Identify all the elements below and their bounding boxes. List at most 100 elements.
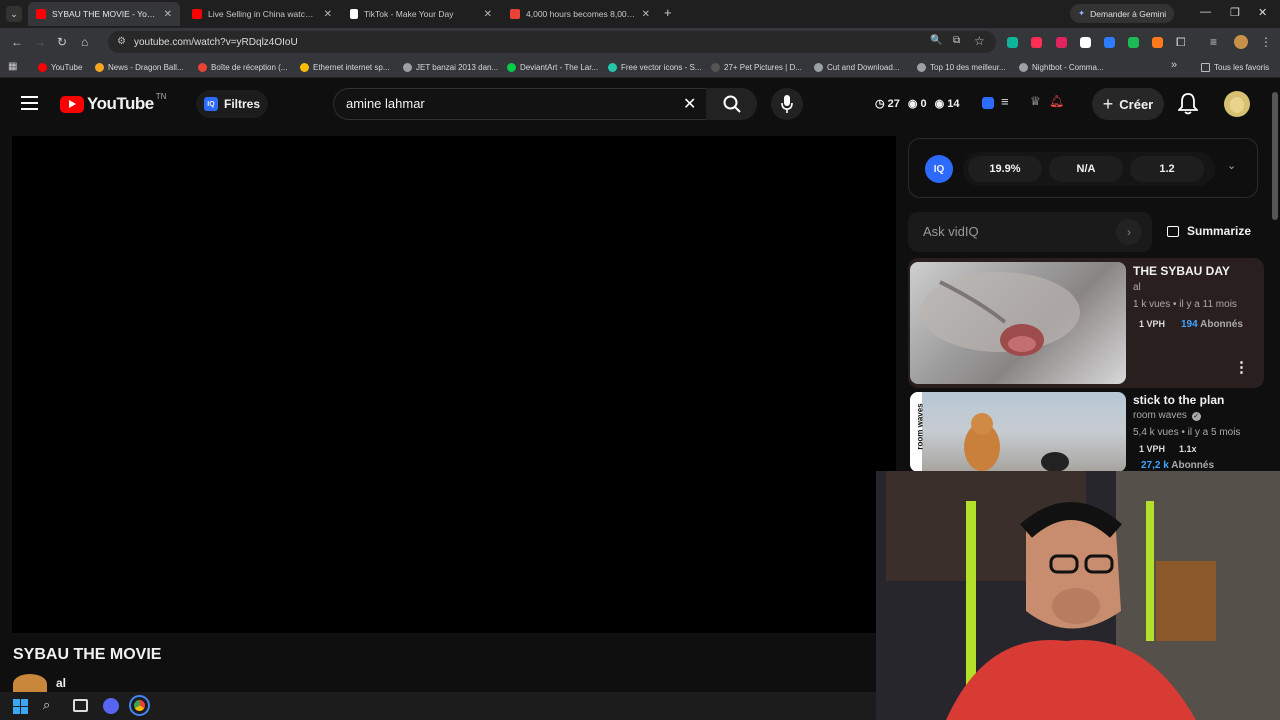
vidiq-icon[interactable] (982, 97, 994, 109)
reload-icon[interactable]: ↻ (57, 35, 67, 49)
browser-toolbar: ← → ↻ ⌂ ⚙ youtube.com/watch?v=yRDqlz4OIo… (0, 28, 1280, 56)
close-window-icon[interactable]: ✕ (1258, 6, 1267, 19)
ask-vidiq-input[interactable]: Ask vidIQ › (908, 212, 1152, 252)
windows-start-icon[interactable] (13, 699, 28, 714)
recommendation-card[interactable]: room waves stick to the plan room waves … (908, 390, 1264, 472)
bookmark-ethernet[interactable]: Ethernet internet sp... (300, 60, 390, 74)
video-thumbnail[interactable] (910, 262, 1126, 384)
bookmark-gmail[interactable]: Boîte de réception (... (198, 60, 288, 74)
deviantart-icon (507, 62, 516, 72)
recommendation-channel[interactable]: room waves ✓ (1133, 410, 1201, 421)
restore-icon[interactable]: ❐ (1230, 6, 1240, 19)
eye-icon: ◉ (934, 98, 945, 110)
multiplier-badge: 1.1x (1179, 444, 1197, 454)
bookmark-jet-banzai[interactable]: JET banzai 2013 dan... (403, 60, 498, 74)
address-bar[interactable]: ⚙ youtube.com/watch?v=yRDqlz4OIoU 🔍 ⧉ ☆ (108, 31, 996, 53)
bookmark-cut-download[interactable]: Cut and Download... (814, 60, 900, 74)
search-button[interactable] (706, 88, 757, 120)
new-tab-button[interactable]: + (664, 5, 672, 20)
minimize-icon[interactable]: — (1200, 6, 1211, 18)
clear-search-icon[interactable]: ✕ (683, 94, 696, 114)
notifications-icon[interactable] (1178, 93, 1198, 115)
recommendation-title[interactable]: stick to the plan (1133, 393, 1224, 407)
search-input[interactable]: amine lahmar ✕ (333, 88, 757, 120)
video-thumbnail[interactable]: room waves (910, 392, 1126, 472)
user-avatar[interactable] (1224, 91, 1250, 117)
bookmark-top-10[interactable]: Top 10 des meilleur... (917, 60, 1006, 74)
close-tab-icon[interactable]: ✕ (164, 9, 172, 20)
channel-name[interactable]: al (56, 676, 66, 690)
alert-bell-icon[interactable]: 🔔︎ (1049, 94, 1064, 108)
extension-orange-icon[interactable] (1152, 37, 1163, 48)
webcam-overlay (876, 471, 1280, 720)
tab-sybau-movie[interactable]: SYBAU THE MOVIE - YouTube ✕ (28, 2, 180, 26)
bookmark-pet-pictures[interactable]: 27+ Pet Pictures | D... (711, 60, 802, 74)
discord-icon[interactable] (103, 698, 119, 714)
extension-diamond-icon[interactable] (1080, 37, 1091, 48)
close-tab-icon[interactable]: ✕ (324, 9, 332, 20)
list-icon[interactable]: ≡ (1001, 94, 1009, 109)
extensions-puzzle-icon[interactable]: ⧠ (1176, 35, 1186, 50)
home-icon[interactable]: ⌂ (81, 35, 88, 49)
tab-gmail[interactable]: 4,000 hours becomes 8,000 on ✕ (502, 2, 658, 26)
back-icon[interactable]: ← (11, 35, 23, 49)
apps-grid-icon[interactable]: ▦ (8, 61, 17, 72)
bookmark-dragon-ball[interactable]: News - Dragon Ball... (95, 60, 184, 74)
bookmark-free-vector[interactable]: Free vector icons - S... (608, 60, 701, 74)
verified-icon: ✓ (1191, 412, 1201, 421)
bookmark-youtube[interactable]: YouTube (38, 60, 82, 74)
tab-tiktok[interactable]: TikTok - Make Your Day ✕ (342, 2, 500, 26)
chevron-down-icon[interactable]: ⌄ (1227, 159, 1236, 172)
extension-record-icon[interactable] (1031, 37, 1042, 48)
tab-search-icon[interactable]: ⌄ (6, 6, 22, 22)
vph-badge: 1 VPH (1139, 319, 1166, 329)
video-player[interactable] (12, 136, 896, 633)
channel-avatar[interactable] (13, 674, 47, 694)
recommendation-card[interactable]: THE SYBAU DAY al 1 k vues • il y a 11 mo… (908, 258, 1264, 388)
browser-tab-strip: ⌄ SYBAU THE MOVIE - YouTube ✕ Live Selli… (0, 0, 1280, 28)
extension-pin-icon[interactable] (1056, 37, 1067, 48)
vidiq-logo-icon: IQ (925, 155, 953, 183)
create-button[interactable]: + Créer (1092, 88, 1164, 120)
recommendation-title[interactable]: THE SYBAU DAY (1133, 264, 1230, 278)
profile-avatar-icon[interactable] (1234, 35, 1248, 49)
trophy-icon[interactable]: ♕ (1030, 94, 1041, 108)
close-tab-icon[interactable]: ✕ (642, 9, 650, 20)
book-icon (1167, 225, 1179, 237)
close-tab-icon[interactable]: ✕ (484, 9, 492, 20)
extension-vidiq-icon[interactable] (1007, 37, 1018, 48)
globe-icon (917, 62, 926, 72)
gemini-button[interactable]: ✦ Demander à Gemini (1070, 4, 1175, 23)
bookmark-nightbot[interactable]: Nightbot - Comma... (1019, 60, 1104, 74)
folder-icon (1201, 62, 1210, 72)
bookmarks-bar: ▦ YouTube News - Dragon Ball... Boîte de… (0, 56, 1280, 78)
youtube-logo[interactable]: YouTube TN (60, 92, 166, 114)
all-bookmarks-folder[interactable]: Tous les favoris (1201, 60, 1269, 74)
tab-list-icon[interactable]: ≡ (1210, 35, 1217, 49)
forward-icon[interactable]: → (34, 35, 46, 49)
vidiq-filter-icon: IQ (203, 97, 218, 111)
recommendation-channel[interactable]: al (1133, 282, 1141, 293)
tab-live-selling[interactable]: Live Selling in China watched b ✕ (184, 2, 340, 26)
summarize-button[interactable]: Summarize (1167, 224, 1251, 238)
site-info-icon[interactable]: ⚙ (117, 36, 126, 47)
voice-search-button[interactable] (771, 88, 803, 120)
page-scrollbar[interactable] (1272, 92, 1278, 220)
chrome-taskbar-icon[interactable] (129, 695, 150, 716)
install-app-icon[interactable]: ⧉ (953, 35, 960, 46)
bookmarks-overflow-icon[interactable]: » (1171, 59, 1177, 71)
bookmark-star-icon[interactable]: ☆ (974, 34, 985, 48)
zoom-icon[interactable]: 🔍 (930, 35, 942, 46)
hamburger-menu-icon[interactable] (21, 96, 38, 110)
taskbar-search-icon[interactable]: ⌕ (43, 697, 50, 713)
task-view-icon[interactable] (73, 699, 88, 712)
more-options-icon[interactable]: ⋮ (1234, 358, 1249, 376)
chrome-menu-icon[interactable]: ⋮ (1260, 35, 1272, 49)
bookmark-deviantart[interactable]: DeviantArt - The Lar... (507, 60, 598, 74)
extension-green-icon[interactable] (1128, 37, 1139, 48)
filters-button[interactable]: IQ Filtres (196, 90, 268, 118)
windows-icon (300, 62, 309, 72)
extension-wave-icon[interactable] (1104, 37, 1115, 48)
ask-submit-icon[interactable]: › (1116, 219, 1142, 245)
video-title: SYBAU THE MOVIE (13, 646, 162, 663)
